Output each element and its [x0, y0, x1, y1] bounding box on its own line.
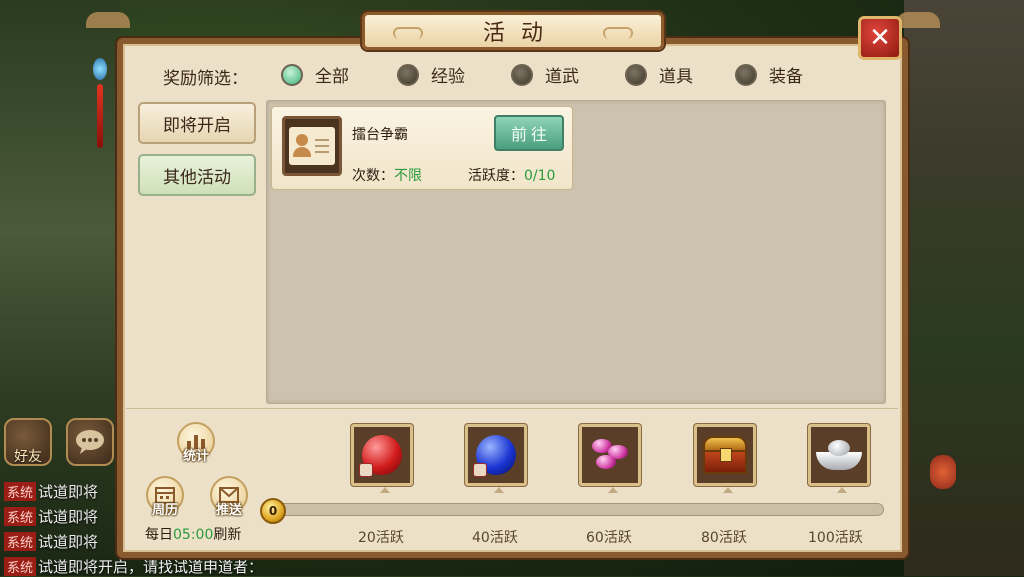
radio-unselected-icon — [511, 63, 533, 86]
right-wing-ornament — [896, 12, 940, 28]
milestone-label: 80活跃 — [701, 530, 747, 546]
chat-text: 试道即将 — [38, 532, 99, 551]
activity-points: 活跃度：0/10 — [468, 165, 555, 185]
chat-tag: 系统 — [4, 556, 37, 576]
radio-unselected-icon — [625, 63, 647, 86]
refresh-prefix: 每日 — [145, 527, 173, 543]
silver-ingot-icon — [816, 440, 862, 470]
stats-label: 统计 — [182, 449, 209, 464]
count-value: 不限 — [394, 168, 422, 184]
stats-button[interactable]: 统计 — [177, 422, 215, 464]
daily-refresh-text: 每日05:00刷新 — [145, 524, 241, 544]
close-button[interactable]: ✕ — [858, 16, 902, 60]
push-button[interactable]: 推送 — [210, 476, 248, 518]
reward-slot-60[interactable] — [579, 424, 641, 493]
radio-unselected-icon — [735, 63, 757, 86]
refresh-time: 05:00 — [173, 527, 214, 543]
divider — [126, 408, 898, 409]
close-icon: ✕ — [869, 23, 891, 53]
chat-tag: 系统 — [4, 481, 37, 501]
left-wing-ornament — [86, 12, 130, 28]
current-points-coin: 0 — [260, 498, 286, 524]
filter-radio-items[interactable]: 道具 — [625, 62, 693, 87]
chat-tag: 系统 — [4, 506, 37, 526]
milestone-label: 60活跃 — [586, 530, 632, 546]
radio-label: 经验 — [431, 67, 465, 87]
reward-slot-80[interactable] — [694, 424, 756, 493]
radio-label: 全部 — [315, 67, 349, 87]
blue-orb-icon — [473, 435, 516, 477]
milestone-label: 20活跃 — [358, 530, 404, 546]
category-other-activities[interactable]: 其他活动 — [138, 154, 256, 196]
window-title: 活动 — [482, 21, 559, 46]
chat-text: 试道即将开启，请找试道申道者： — [38, 557, 264, 576]
background-right-village — [904, 0, 1024, 576]
radio-label: 道具 — [659, 67, 693, 87]
filter-radio-all[interactable]: 全部 — [281, 62, 349, 87]
activity-count: 次数：不限 — [352, 165, 422, 185]
filter-radio-daowu[interactable]: 道武 — [511, 62, 579, 87]
count-label: 次数： — [352, 168, 394, 184]
filter-label: 奖励筛选： — [163, 69, 248, 89]
radio-selected-icon — [281, 63, 303, 86]
chat-tag: 系统 — [4, 531, 37, 551]
red-orb-icon — [359, 435, 402, 477]
friends-label: 好友 — [14, 448, 42, 464]
radio-label: 装备 — [769, 67, 803, 87]
reward-slot-20[interactable] — [351, 424, 413, 493]
chat-bubble-icon[interactable] — [66, 418, 114, 466]
chat-line[interactable]: 系统 试道即将开启，请找试道申道者： — [4, 555, 263, 577]
go-button[interactable]: 前往 — [494, 115, 564, 151]
filter-radio-exp[interactable]: 经验 — [397, 62, 465, 87]
lantern-decoration — [930, 455, 956, 489]
milestone-label: 100活跃 — [808, 530, 863, 546]
title-plate: 活动 — [362, 12, 664, 50]
friends-button[interactable]: 好友 — [4, 418, 52, 466]
activity-progress-bar — [272, 503, 884, 516]
speech-bubble-icon — [76, 430, 104, 454]
category-upcoming[interactable]: 即将开启 — [138, 102, 256, 144]
reward-slot-40[interactable] — [465, 424, 527, 493]
jade-pendant-icon — [93, 58, 107, 158]
treasure-chest-icon — [703, 436, 747, 474]
reward-slot-100[interactable] — [808, 424, 870, 493]
activity-points-label: 活跃度： — [468, 168, 524, 184]
pink-gems-icon — [588, 435, 632, 475]
chat-line[interactable]: 系统 试道即将 — [4, 530, 98, 552]
activity-points-value: 0/10 — [524, 168, 556, 184]
radio-label: 道武 — [545, 67, 579, 87]
cloud-ornament-icon — [393, 27, 423, 39]
filter-radio-equipment[interactable]: 装备 — [735, 62, 803, 87]
calendar-label: 周历 — [151, 503, 178, 518]
chat-line[interactable]: 系统 试道即将 — [4, 505, 98, 527]
chat-text: 试道即将 — [38, 482, 99, 501]
push-label: 推送 — [215, 503, 242, 518]
activity-card[interactable]: 擂台争霸 前往 次数：不限 活跃度：0/10 — [271, 106, 573, 190]
activity-name: 擂台争霸 — [352, 127, 408, 143]
calendar-button[interactable]: 周历 — [146, 476, 184, 518]
cloud-ornament-icon — [603, 27, 633, 39]
id-card-icon — [282, 116, 342, 176]
refresh-suffix: 刷新 — [213, 527, 242, 543]
radio-unselected-icon — [397, 63, 419, 86]
chat-text: 试道即将 — [38, 507, 99, 526]
chat-line[interactable]: 系统 试道即将 — [4, 480, 98, 502]
milestone-label: 40活跃 — [472, 530, 518, 546]
